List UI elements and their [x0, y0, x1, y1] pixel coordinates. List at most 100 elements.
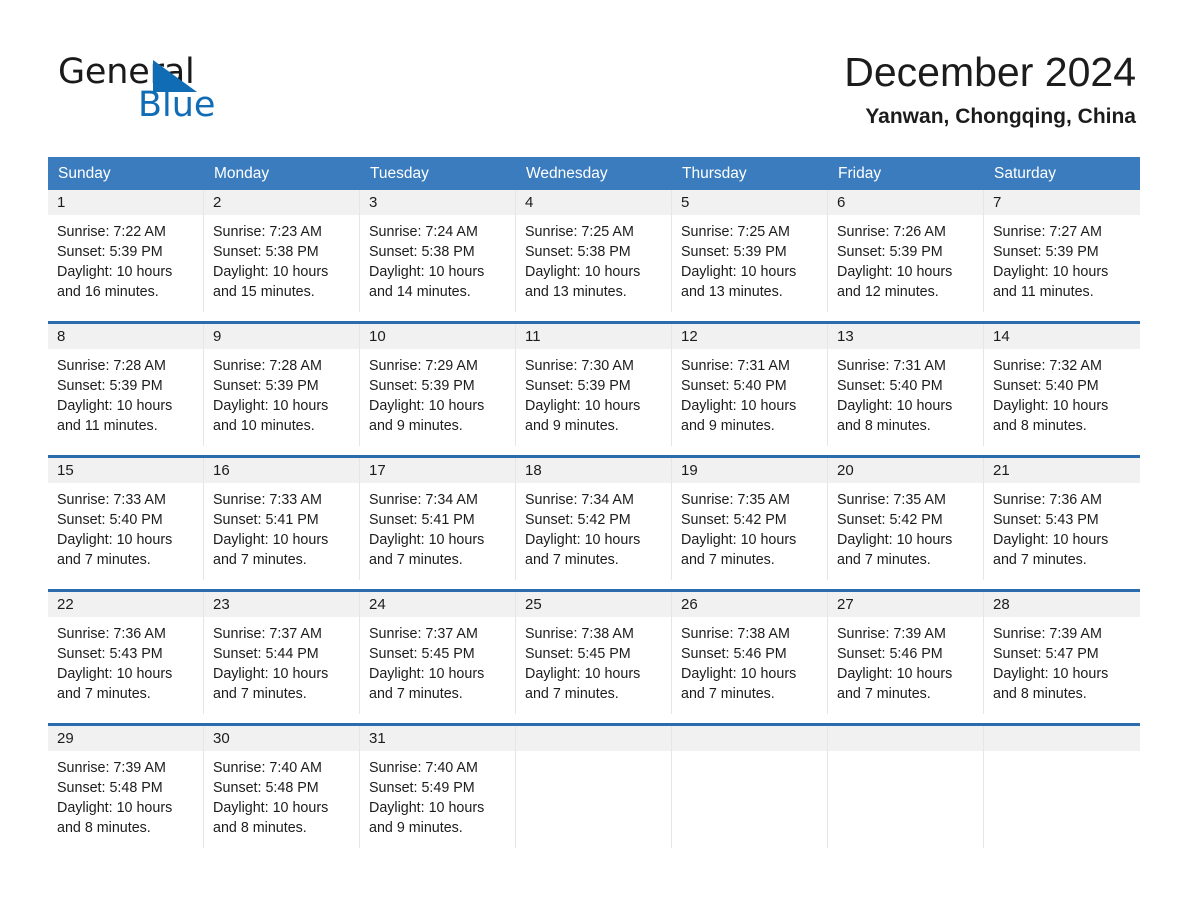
day-number: 11	[516, 324, 671, 349]
day-cell[interactable]: 24 Sunrise: 7:37 AM Sunset: 5:45 PM Dayligh…	[360, 592, 516, 714]
day-details: Sunrise: 7:35 AM Sunset: 5:42 PM Daylight:…	[672, 483, 827, 570]
day-cell[interactable]: 14 Sunrise: 7:32 AM Sunset: 5:40 PM Dayligh…	[984, 324, 1140, 446]
daylight-duration-line2: and 14 minutes.	[369, 284, 471, 300]
day-cell[interactable]: 7 Sunrise: 7:27 AM Sunset: 5:39 PM Daylight…	[984, 190, 1140, 312]
sunset-time: Sunset: 5:48 PM	[57, 780, 163, 796]
daylight-duration-line2: and 10 minutes.	[213, 418, 315, 434]
day-cell[interactable]: 1 Sunrise: 7:22 AM Sunset: 5:39 PM Daylight…	[48, 190, 204, 312]
sunset-time: Sunset: 5:40 PM	[993, 378, 1099, 394]
sunset-time: Sunset: 5:39 PM	[369, 378, 475, 394]
daylight-duration-line1: Daylight: 10 hours	[681, 532, 797, 548]
sunset-time: Sunset: 5:42 PM	[837, 512, 943, 528]
daylight-duration-line2: and 12 minutes.	[837, 284, 939, 300]
daylight-duration-line1: Daylight: 10 hours	[213, 532, 329, 548]
day-details: Sunrise: 7:37 AM Sunset: 5:44 PM Daylight:…	[204, 617, 359, 704]
day-details: Sunrise: 7:25 AM Sunset: 5:38 PM Daylight:…	[516, 215, 671, 302]
daylight-duration-line1: Daylight: 10 hours	[993, 398, 1109, 414]
day-cell[interactable]: 15 Sunrise: 7:33 AM Sunset: 5:40 PM Dayligh…	[48, 458, 204, 580]
day-details: Sunrise: 7:28 AM Sunset: 5:39 PM Daylight:…	[48, 349, 203, 436]
day-details: Sunrise: 7:38 AM Sunset: 5:46 PM Daylight:…	[672, 617, 827, 704]
daylight-duration-line1: Daylight: 10 hours	[993, 264, 1109, 280]
day-cell[interactable]: 9 Sunrise: 7:28 AM Sunset: 5:39 PM Daylight…	[204, 324, 360, 446]
daylight-duration-line1: Daylight: 10 hours	[837, 264, 953, 280]
day-cell[interactable]: 30 Sunrise: 7:40 AM Sunset: 5:48 PM Dayligh…	[204, 726, 360, 848]
day-cell[interactable]: 31 Sunrise: 7:40 AM Sunset: 5:49 PM Dayligh…	[360, 726, 516, 848]
day-cell[interactable]: 25 Sunrise: 7:38 AM Sunset: 5:45 PM Dayligh…	[516, 592, 672, 714]
day-cell[interactable]: 13 Sunrise: 7:31 AM Sunset: 5:40 PM Dayligh…	[828, 324, 984, 446]
sunset-time: Sunset: 5:44 PM	[213, 646, 319, 662]
sunset-time: Sunset: 5:38 PM	[213, 244, 319, 260]
day-cell[interactable]: 23 Sunrise: 7:37 AM Sunset: 5:44 PM Dayligh…	[204, 592, 360, 714]
sunrise-time: Sunrise: 7:31 AM	[681, 358, 790, 374]
sunrise-time: Sunrise: 7:39 AM	[837, 626, 946, 642]
day-cell[interactable]: 6 Sunrise: 7:26 AM Sunset: 5:39 PM Daylight…	[828, 190, 984, 312]
day-number: 23	[204, 592, 359, 617]
sunset-time: Sunset: 5:39 PM	[525, 378, 631, 394]
sunrise-time: Sunrise: 7:29 AM	[369, 358, 478, 374]
day-number	[828, 726, 983, 751]
day-number: 13	[828, 324, 983, 349]
daylight-duration-line1: Daylight: 10 hours	[993, 532, 1109, 548]
day-cell[interactable]: 11 Sunrise: 7:30 AM Sunset: 5:39 PM Dayligh…	[516, 324, 672, 446]
day-cell[interactable]: 5 Sunrise: 7:25 AM Sunset: 5:39 PM Daylight…	[672, 190, 828, 312]
day-cell[interactable]: 12 Sunrise: 7:31 AM Sunset: 5:40 PM Dayligh…	[672, 324, 828, 446]
day-cell[interactable]: 4 Sunrise: 7:25 AM Sunset: 5:38 PM Daylight…	[516, 190, 672, 312]
day-details: Sunrise: 7:39 AM Sunset: 5:47 PM Daylight:…	[984, 617, 1140, 704]
sunrise-time: Sunrise: 7:27 AM	[993, 224, 1102, 240]
title-block: December 2024 Yanwan, Chongqing, China	[844, 48, 1136, 130]
day-details	[828, 751, 983, 758]
day-cell[interactable]: 17 Sunrise: 7:34 AM Sunset: 5:41 PM Dayligh…	[360, 458, 516, 580]
sunrise-time: Sunrise: 7:35 AM	[837, 492, 946, 508]
day-cell[interactable]: 29 Sunrise: 7:39 AM Sunset: 5:48 PM Dayligh…	[48, 726, 204, 848]
day-details: Sunrise: 7:26 AM Sunset: 5:39 PM Daylight:…	[828, 215, 983, 302]
daylight-duration-line2: and 7 minutes.	[837, 686, 931, 702]
daylight-duration-line1: Daylight: 10 hours	[369, 398, 485, 414]
daylight-duration-line2: and 7 minutes.	[369, 552, 463, 568]
day-number: 7	[984, 190, 1140, 215]
daylight-duration-line2: and 7 minutes.	[525, 552, 619, 568]
day-cell[interactable]: 8 Sunrise: 7:28 AM Sunset: 5:39 PM Daylight…	[48, 324, 204, 446]
sunset-time: Sunset: 5:40 PM	[681, 378, 787, 394]
day-cell[interactable]: 19 Sunrise: 7:35 AM Sunset: 5:42 PM Dayligh…	[672, 458, 828, 580]
day-cell[interactable]: 26 Sunrise: 7:38 AM Sunset: 5:46 PM Dayligh…	[672, 592, 828, 714]
daylight-duration-line2: and 9 minutes.	[525, 418, 619, 434]
day-details: Sunrise: 7:33 AM Sunset: 5:41 PM Daylight:…	[204, 483, 359, 570]
daylight-duration-line2: and 9 minutes.	[369, 820, 463, 836]
day-cell[interactable]: 22 Sunrise: 7:36 AM Sunset: 5:43 PM Dayligh…	[48, 592, 204, 714]
sunset-time: Sunset: 5:48 PM	[213, 780, 319, 796]
day-details: Sunrise: 7:22 AM Sunset: 5:39 PM Daylight:…	[48, 215, 203, 302]
sunset-time: Sunset: 5:41 PM	[369, 512, 475, 528]
generalblue-logo[interactable]: General Blue	[58, 52, 248, 125]
day-cell[interactable]: 16 Sunrise: 7:33 AM Sunset: 5:41 PM Dayligh…	[204, 458, 360, 580]
sunset-time: Sunset: 5:42 PM	[681, 512, 787, 528]
day-cell[interactable]: 28 Sunrise: 7:39 AM Sunset: 5:47 PM Dayligh…	[984, 592, 1140, 714]
daylight-duration-line2: and 8 minutes.	[993, 686, 1087, 702]
day-cell[interactable]: 2 Sunrise: 7:23 AM Sunset: 5:38 PM Daylight…	[204, 190, 360, 312]
day-details: Sunrise: 7:34 AM Sunset: 5:42 PM Daylight:…	[516, 483, 671, 570]
day-number: 26	[672, 592, 827, 617]
daylight-duration-line1: Daylight: 10 hours	[837, 666, 953, 682]
day-cell[interactable]: 3 Sunrise: 7:24 AM Sunset: 5:38 PM Daylight…	[360, 190, 516, 312]
weekday-sunday: Sunday	[58, 165, 111, 182]
day-number: 17	[360, 458, 515, 483]
day-details: Sunrise: 7:35 AM Sunset: 5:42 PM Daylight:…	[828, 483, 983, 570]
day-cell[interactable]: 10 Sunrise: 7:29 AM Sunset: 5:39 PM Dayligh…	[360, 324, 516, 446]
day-cell[interactable]: 18 Sunrise: 7:34 AM Sunset: 5:42 PM Dayligh…	[516, 458, 672, 580]
day-number: 27	[828, 592, 983, 617]
sunrise-time: Sunrise: 7:32 AM	[993, 358, 1102, 374]
day-number: 18	[516, 458, 671, 483]
daylight-duration-line1: Daylight: 10 hours	[57, 532, 173, 548]
day-cell-empty	[672, 726, 828, 848]
week-row: 1 Sunrise: 7:22 AM Sunset: 5:39 PM Daylight…	[48, 190, 1140, 312]
day-cell[interactable]: 27 Sunrise: 7:39 AM Sunset: 5:46 PM Dayligh…	[828, 592, 984, 714]
day-number: 16	[204, 458, 359, 483]
daylight-duration-line1: Daylight: 10 hours	[369, 532, 485, 548]
day-number	[516, 726, 671, 751]
day-cell[interactable]: 20 Sunrise: 7:35 AM Sunset: 5:42 PM Dayligh…	[828, 458, 984, 580]
day-details: Sunrise: 7:40 AM Sunset: 5:49 PM Daylight:…	[360, 751, 515, 838]
calendar-page: General Blue December 2024 Yanwan, Chong…	[0, 0, 1188, 918]
daylight-duration-line1: Daylight: 10 hours	[57, 398, 173, 414]
day-details: Sunrise: 7:31 AM Sunset: 5:40 PM Daylight:…	[672, 349, 827, 436]
sunrise-time: Sunrise: 7:28 AM	[57, 358, 166, 374]
day-cell[interactable]: 21 Sunrise: 7:36 AM Sunset: 5:43 PM Dayligh…	[984, 458, 1140, 580]
